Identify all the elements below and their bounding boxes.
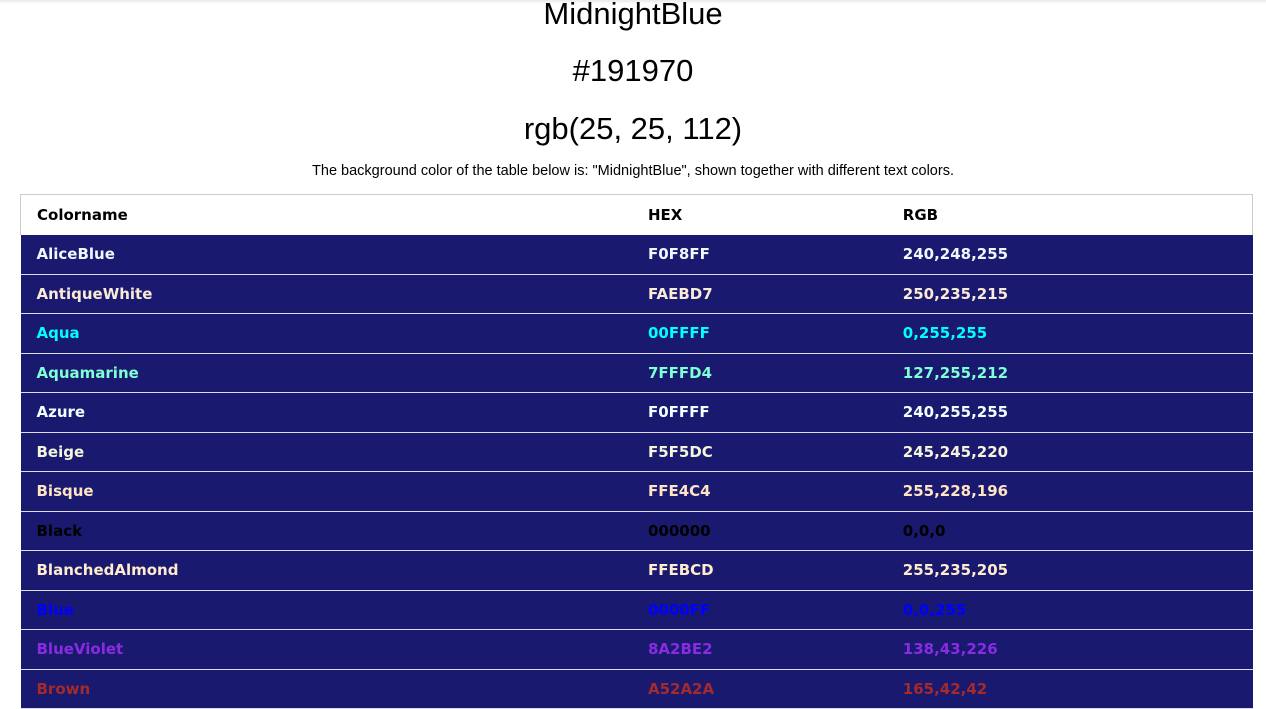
cell-hex: F5F5DC: [631, 432, 887, 472]
cell-rgb: 240,255,255: [886, 392, 1253, 433]
cell-rgb: 165,42,42: [886, 669, 1253, 709]
cell-hex: FAEBD7: [631, 274, 887, 314]
cell-hex: F0F8FF: [631, 234, 887, 275]
cell-hex: 0000FF: [631, 590, 887, 630]
cell-hex: A52A2A: [631, 669, 887, 709]
cell-colorname: AntiqueWhite: [20, 274, 632, 314]
cell-hex: 000000: [631, 511, 887, 551]
cell-hex: FFE4C4: [631, 471, 887, 512]
cell-colorname: Aqua: [20, 313, 632, 354]
table-row: Aquamarine 7FFFD4 127,255,212: [20, 353, 1253, 393]
table-row: Bisque FFE4C4 255,228,196: [20, 471, 1253, 512]
cell-rgb: 255,228,196: [886, 471, 1253, 512]
cell-hex: F0FFFF: [631, 392, 887, 433]
table-row: Azure F0FFFF 240,255,255: [20, 392, 1253, 433]
cell-rgb: 250,235,215: [886, 274, 1253, 314]
table-row: Beige F5F5DC 245,245,220: [20, 432, 1253, 472]
cell-rgb: 0,0,0: [886, 511, 1253, 551]
cell-rgb: 0,0,255: [886, 590, 1253, 630]
cell-colorname: BlueViolet: [20, 629, 632, 670]
table-row: Brown A52A2A 165,42,42: [20, 669, 1253, 709]
table-row: Blue 0000FF 0,0,255: [20, 590, 1253, 630]
cell-hex: FFEBCD: [631, 550, 887, 591]
cell-colorname: BlanchedAlmond: [20, 550, 632, 591]
table-body: AliceBlue F0F8FF 240,248,255 AntiqueWhite FA…: [20, 234, 1253, 709]
cell-rgb: 138,43,226: [886, 629, 1253, 670]
table-row: BlueViolet 8A2BE2 138,43,226: [20, 629, 1253, 670]
color-table: Colorname HEX RGB AliceBlue F0F8FF 240,248…: [19, 194, 1253, 709]
cell-colorname: AliceBlue: [20, 234, 632, 275]
cell-colorname: Bisque: [20, 471, 632, 512]
column-header-colorname: Colorname: [19, 194, 632, 235]
column-header-hex: HEX: [631, 194, 887, 235]
color-hex-heading: #191970: [572, 53, 694, 88]
cell-rgb: 245,245,220: [886, 432, 1253, 472]
column-header-rgb: RGB: [886, 194, 1253, 235]
cell-colorname: Beige: [20, 432, 632, 472]
cell-colorname: Blue: [20, 590, 632, 630]
cell-hex: 00FFFF: [631, 313, 887, 354]
color-table-container: Colorname HEX RGB AliceBlue F0F8FF 240,248…: [19, 194, 1253, 709]
cell-colorname: Azure: [20, 392, 632, 433]
cell-rgb: 127,255,212: [886, 353, 1253, 393]
color-name-heading: MidnightBlue: [543, 0, 723, 31]
cell-hex: 7FFFD4: [631, 353, 887, 393]
cell-rgb: 0,255,255: [886, 313, 1253, 354]
cell-colorname: Black: [20, 511, 632, 551]
cell-colorname: Brown: [20, 669, 632, 709]
table-row: Aqua 00FFFF 0,255,255: [20, 313, 1253, 354]
table-description: The background color of the table below …: [312, 163, 954, 179]
cell-hex: 8A2BE2: [631, 629, 887, 670]
table-row: AntiqueWhite FAEBD7 250,235,215: [20, 274, 1253, 314]
table-row: AliceBlue F0F8FF 240,248,255: [20, 234, 1253, 275]
cell-rgb: 255,235,205: [886, 550, 1253, 591]
cell-rgb: 240,248,255: [886, 234, 1253, 275]
cell-colorname: Aquamarine: [20, 353, 632, 393]
color-rgb-heading: rgb(25, 25, 112): [523, 111, 743, 146]
table-row: Black 000000 0,0,0: [20, 511, 1253, 551]
table-row: BlanchedAlmond FFEBCD 255,235,205: [20, 550, 1253, 591]
table-header-row: Colorname HEX RGB: [19, 194, 1253, 235]
